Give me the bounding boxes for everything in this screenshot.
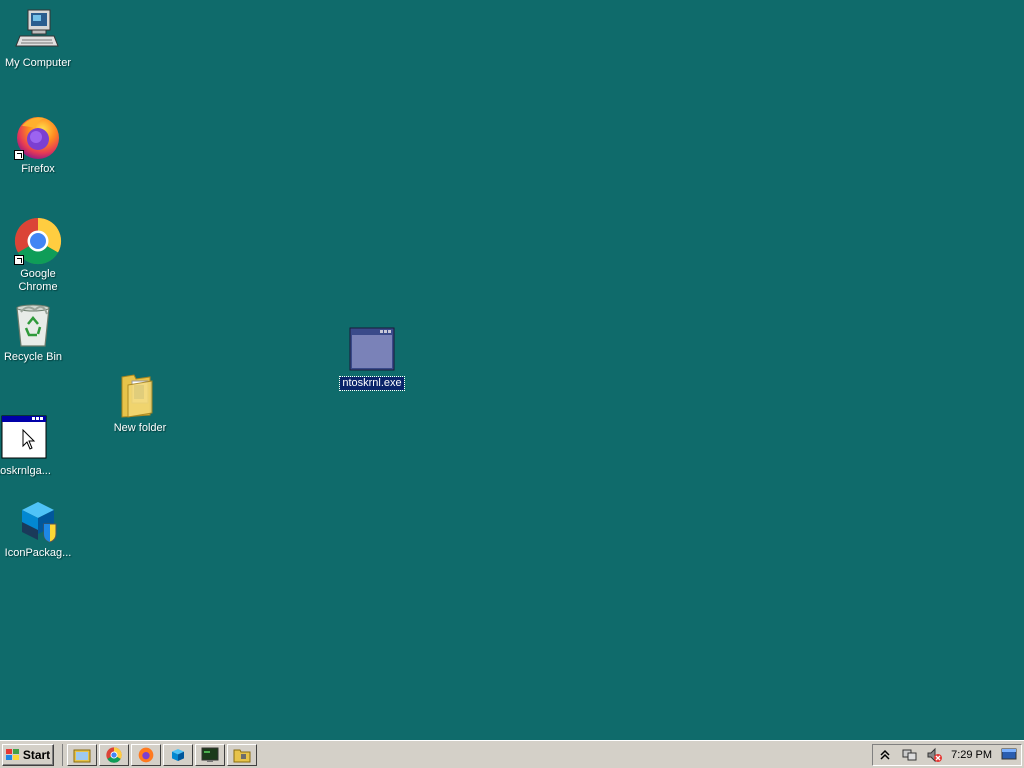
expand-arrow-icon[interactable] [877, 747, 893, 763]
start-label: Start [22, 747, 51, 762]
chrome-icon [14, 217, 62, 265]
exe-window-icon [348, 326, 396, 374]
desktop-icon-recycle-bin[interactable]: Recycle Bin [0, 300, 71, 364]
taskbar: Start 7:29 PM [0, 740, 1024, 768]
windows-flag-icon [5, 748, 20, 761]
quick-launch-explorer[interactable] [67, 743, 97, 766]
terminal-icon [201, 747, 219, 762]
shortcut-arrow-icon [14, 255, 24, 265]
firefox-icon [14, 112, 62, 160]
desktop-icon-label: Recycle Bin [3, 351, 63, 363]
volume-muted-icon[interactable] [926, 747, 943, 763]
clock[interactable]: 7:29 PM [951, 749, 992, 761]
desktop-icon-firefox[interactable]: Firefox [0, 112, 76, 176]
quick-launch-chrome[interactable] [99, 743, 129, 766]
quick-launch-terminal[interactable] [195, 743, 225, 766]
shortcut-arrow-icon [14, 150, 24, 160]
quick-launch-firefox[interactable] [131, 743, 161, 766]
desktop-icon-label: New folder [113, 422, 167, 434]
iconpackager-icon [14, 496, 62, 544]
desktop-icon-my-computer[interactable]: My Computer [0, 6, 76, 70]
desktop-icon-new-folder[interactable]: New folder [102, 371, 178, 435]
desktop-icon-chrome[interactable]: Google Chrome [0, 217, 76, 294]
desktop[interactable]: My Computer Firefox Google Chrome Recycl… [0, 0, 1024, 740]
firefox-icon [138, 747, 154, 762]
network-icon[interactable] [902, 747, 918, 763]
iconpackager-icon [172, 748, 184, 761]
quick-launch-folder[interactable] [227, 743, 257, 766]
desktop-icon-label: Google Chrome [18, 268, 58, 293]
quick-launch-iconpackager[interactable] [163, 743, 193, 766]
folder-icon [116, 371, 164, 419]
desktop-icon-ntoskrnl-exe[interactable]: ntoskrnl.exe [334, 326, 410, 391]
explorer-icon [73, 749, 91, 762]
desktop-icon-label: IconPackag... [4, 547, 72, 559]
desktop-icon-label: ntoskrnl.exe [339, 376, 405, 391]
mouse-cursor-icon [22, 428, 36, 456]
recycle-bin-icon [9, 300, 57, 348]
system-tray: 7:29 PM [872, 744, 1022, 766]
my-computer-icon [14, 6, 62, 54]
desktop-icon-label: toskrnlga... [0, 465, 51, 477]
folder-icon [233, 749, 251, 762]
desktop-icon-iconpackager[interactable]: IconPackag... [0, 496, 76, 560]
start-button[interactable]: Start [2, 743, 54, 766]
desktop-icon-label: My Computer [4, 57, 72, 69]
desktop-icon[interactable] [1001, 747, 1017, 763]
desktop-icon-label: Firefox [21, 163, 55, 175]
chrome-icon [106, 746, 122, 763]
quick-launch-bar [62, 743, 257, 766]
